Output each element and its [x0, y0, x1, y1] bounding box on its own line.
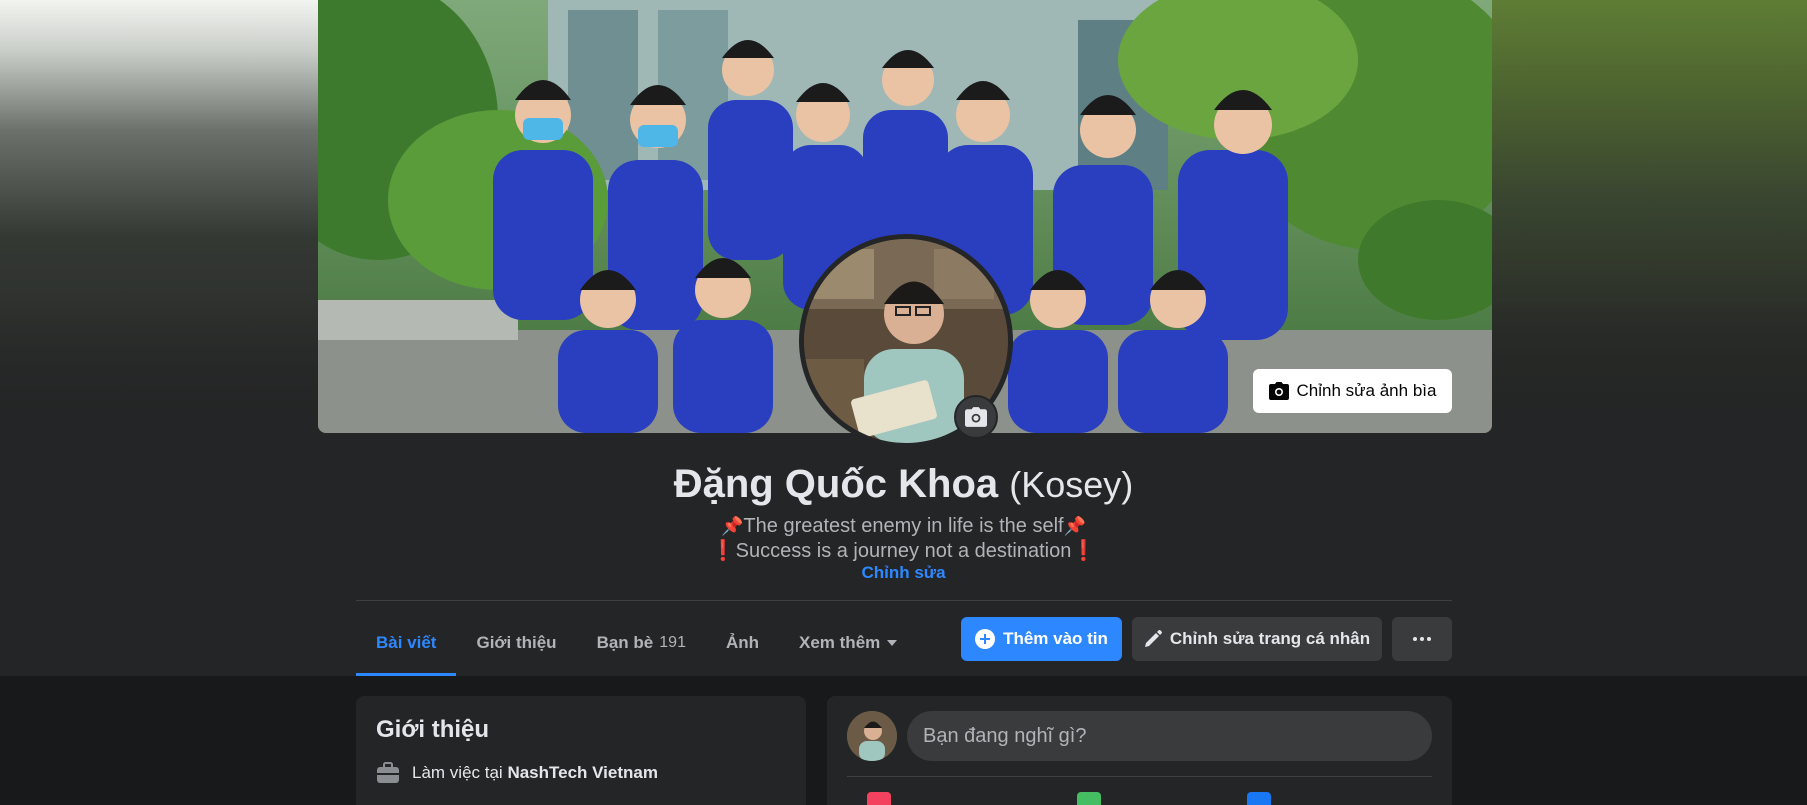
intro-work-company[interactable]: NashTech Vietnam	[507, 763, 658, 782]
tab-posts[interactable]: Bài viết	[356, 610, 457, 676]
briefcase-icon	[377, 762, 399, 783]
header-divider	[356, 600, 1452, 601]
add-to-story-button[interactable]: Thêm vào tin	[961, 617, 1122, 661]
intro-card: Giới thiệu Làm việc tại NashTech Vietnam	[356, 696, 806, 805]
tab-about[interactable]: Giới thiệu	[456, 610, 576, 676]
tab-more[interactable]: Xem thêm	[779, 610, 918, 676]
pushpin-icon: 📌	[721, 516, 744, 536]
add-to-story-label: Thêm vào tin	[1003, 629, 1108, 648]
composer-avatar-image	[847, 711, 897, 761]
composer-divider	[847, 776, 1432, 777]
composer-placeholder: Bạn đang nghĩ gì?	[923, 724, 1087, 747]
profile-full-name: Đặng Quốc Khoa	[673, 462, 999, 506]
tab-friends-label: Bạn bè	[596, 633, 654, 652]
whats-on-your-mind-input[interactable]: Bạn đang nghĩ gì?	[907, 711, 1432, 761]
composer-avatar[interactable]	[847, 711, 897, 761]
plus-circle-icon	[975, 629, 996, 649]
post-composer-card: Bạn đang nghĩ gì?	[827, 696, 1452, 805]
tab-photos-label: Ảnh	[725, 633, 760, 652]
exclamation-icon: ❗	[1071, 540, 1097, 562]
profile-nickname: (Kosey)	[1009, 464, 1134, 505]
edit-bio-link[interactable]: Chỉnh sửa	[0, 563, 1807, 583]
tab-photos[interactable]: Ảnh	[706, 610, 779, 676]
photo-video-icon[interactable]	[1077, 792, 1101, 805]
edit-profile-label: Chỉnh sửa trang cá nhân	[1169, 629, 1371, 648]
tab-posts-label: Bài viết	[376, 633, 437, 652]
life-event-icon[interactable]	[1247, 792, 1271, 805]
live-video-icon[interactable]	[867, 792, 891, 805]
ellipsis-icon	[1413, 637, 1431, 641]
friends-count: 191	[659, 634, 686, 651]
more-options-button[interactable]	[1392, 617, 1452, 661]
edit-cover-label: Chỉnh sửa ảnh bìa	[1296, 381, 1437, 400]
edit-profile-button[interactable]: Chỉnh sửa trang cá nhân	[1132, 617, 1382, 661]
intro-work-item: Làm việc tại NashTech Vietnam	[376, 762, 658, 784]
intro-work-text: Làm việc tại NashTech Vietnam	[412, 763, 658, 783]
exclamation-icon: ❗	[710, 540, 736, 562]
pencil-icon	[1144, 630, 1162, 647]
intro-work-prefix: Làm việc tại	[412, 763, 503, 782]
camera-icon	[965, 407, 987, 427]
intro-title: Giới thiệu	[376, 716, 490, 743]
profile-name: Đặng Quốc Khoa (Kosey)	[0, 462, 1807, 507]
bio-line-1: 📌The greatest enemy in life is the self📌	[0, 515, 1807, 538]
bio-line-2: ❗Success is a journey not a destination❗	[0, 538, 1807, 563]
edit-cover-photo-button[interactable]: Chỉnh sửa ảnh bìa	[1253, 369, 1452, 413]
edit-bio-label[interactable]: Chỉnh sửa	[861, 563, 945, 582]
caret-down-icon	[887, 640, 898, 646]
profile-tabs: Bài viết Giới thiệu Bạn bè 191 Ảnh Xem t…	[356, 610, 918, 676]
tab-more-label: Xem thêm	[799, 633, 881, 652]
tab-friends[interactable]: Bạn bè 191	[577, 610, 706, 676]
bio-line-1-text: The greatest enemy in life is the self	[743, 515, 1064, 537]
bio-line-2-text: Success is a journey not a destination	[735, 540, 1072, 562]
camera-icon	[1268, 382, 1289, 400]
update-avatar-button[interactable]	[954, 395, 998, 439]
tab-about-label: Giới thiệu	[476, 633, 557, 652]
pushpin-icon: 📌	[1063, 516, 1086, 536]
